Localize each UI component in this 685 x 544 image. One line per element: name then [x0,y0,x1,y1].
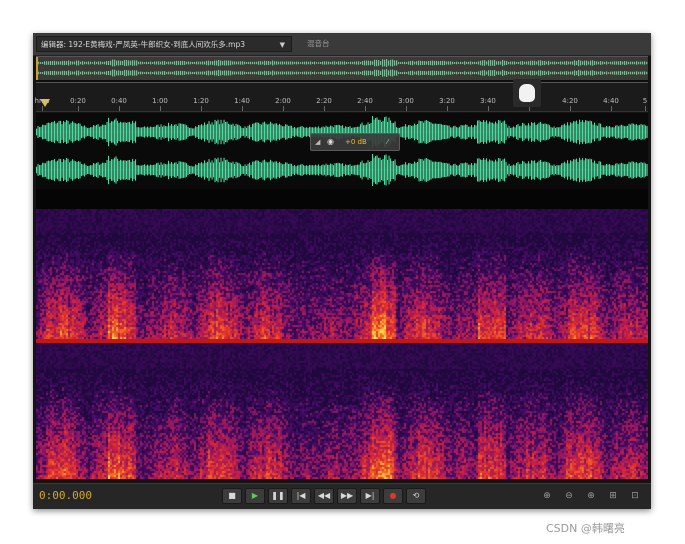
pause-button[interactable]: ❚❚ [268,488,288,504]
ruler-tick-label: 3:00 [398,97,414,105]
gain-knob-icon[interactable]: ◉ [327,134,334,150]
rewind-button[interactable]: ◀◀ [314,488,334,504]
pause-icon: ❚❚ [271,491,285,500]
time-ruler[interactable]: hms 0:20 0:40 1:00 1:20 1:40 2:00 2:20 2:40 3:00 3… [34,83,648,112]
ruler-tick-mark [324,106,325,111]
ruler-tick-label: 1:40 [234,97,250,105]
fast-forward-icon: ▶▶ [340,491,354,500]
go-to-start-icon: |◀ [296,491,306,500]
gain-value: +0 dB [345,138,367,146]
zoom-out-full-button[interactable]: ⊡ [627,489,643,503]
ruler-tick-label: 2:20 [316,97,332,105]
zoom-selection-button[interactable]: ⊞ [605,489,621,503]
ruler-tick-mark [570,106,571,111]
go-to-start-button[interactable]: |◀ [291,488,311,504]
ruler-tick-label: 3:40 [480,97,496,105]
zoom-in-time-button[interactable]: ⊕ [583,489,599,503]
hud-grip-icon: ◢ [315,138,321,146]
ruler-tick-mark [119,106,120,111]
rewind-icon: ◀◀ [317,491,331,500]
ruler-tick-label: 2:00 [275,97,291,105]
ruler-tick-mark [645,106,646,111]
watermark-text: CSDN @韩曙亮 [546,522,625,535]
ruler-tick-mark [488,106,489,111]
ruler-tick-label: 4:40 [603,97,619,105]
audition-editor-window: 编辑器: 192-E黄梅戏-严凤英-牛郎织女-到底人间欢乐多.mp3 ▼ 混音台… [33,33,651,509]
fast-forward-button[interactable]: ▶▶ [337,488,357,504]
ruler-tick-mark [447,106,448,111]
view-divider [36,189,648,209]
ruler-tick-mark [406,106,407,111]
ruler-tick-label: 1:00 [152,97,168,105]
stereo-waveform [36,116,648,186]
transport-bar: 0:00.000 ■ ▶ ❚❚ |◀ ◀◀ ▶▶ ▶| ● ⟲ ⊕ ⊖ ⊕ ⊞ ⊡ [33,483,651,509]
editor-tab-bar: 编辑器: 192-E黄梅戏-严凤英-牛郎织女-到底人间欢乐多.mp3 ▼ 混音台 [33,33,651,56]
ruler-tick-label: 3:20 [439,97,455,105]
loop-icon: ⟲ [412,491,420,500]
cursor-overlay [513,79,541,107]
spectral-view-left-channel[interactable] [36,209,648,339]
zoom-out-amplitude-button[interactable]: ⊖ [561,489,577,503]
spectrogram-right [36,343,648,479]
ruler-tick-label: hms [34,97,50,105]
editor-file-tab[interactable]: 编辑器: 192-E黄梅戏-严凤英-牛郎织女-到底人间欢乐多.mp3 ▼ [36,36,292,52]
ruler-tick-label: 2:40 [357,97,373,105]
editor-file-tab-label: 编辑器: 192-E黄梅戏-严凤英-牛郎织女-到底人间欢乐多.mp3 [41,40,246,49]
stop-icon: ■ [228,491,236,500]
go-to-end-button[interactable]: ▶| [360,488,380,504]
stop-button[interactable]: ■ [222,488,242,504]
ruler-tick-label: 0:20 [70,97,86,105]
ruler-tick-mark [78,106,79,111]
overview-waveform [38,59,648,77]
spectrogram-left [36,209,648,339]
ruler-tick-label: 0:40 [111,97,127,105]
zoom-in-amplitude-button[interactable]: ⊕ [539,489,555,503]
ruler-tick-mark [365,106,366,111]
ruler-tick-label: 4:20 [562,97,578,105]
ruler-tick-label: 5 [642,97,648,105]
waveform-overview[interactable] [36,56,648,83]
go-to-end-icon: ▶| [365,491,375,500]
spectral-view-right-channel[interactable] [36,343,648,479]
record-icon: ● [389,491,397,500]
ruler-tick-mark [201,106,202,111]
overview-visible-range[interactable] [36,57,648,80]
play-icon: ▶ [251,491,259,500]
ruler-tick-mark [242,106,243,111]
mixer-tab[interactable]: 混音台 [297,36,330,52]
loop-button[interactable]: ⟲ [406,488,426,504]
gain-hud[interactable]: ◢ ◉ +0 dB ⁄ [310,133,400,151]
ruler-tick-label: 1:20 [193,97,209,105]
hand-cursor-icon [519,84,535,102]
play-button[interactable]: ▶ [245,488,265,504]
waveform-display[interactable] [36,113,648,189]
timecode-display: 0:00.000 [39,489,92,502]
hud-pin-icon[interactable]: ⁄ [387,134,388,150]
ruler-tick-mark [42,106,43,111]
chevron-down-icon[interactable]: ▼ [280,37,285,53]
ruler-tick-mark [160,106,161,111]
ruler-tick-mark [611,106,612,111]
ruler-tick-mark [283,106,284,111]
record-button[interactable]: ● [383,488,403,504]
